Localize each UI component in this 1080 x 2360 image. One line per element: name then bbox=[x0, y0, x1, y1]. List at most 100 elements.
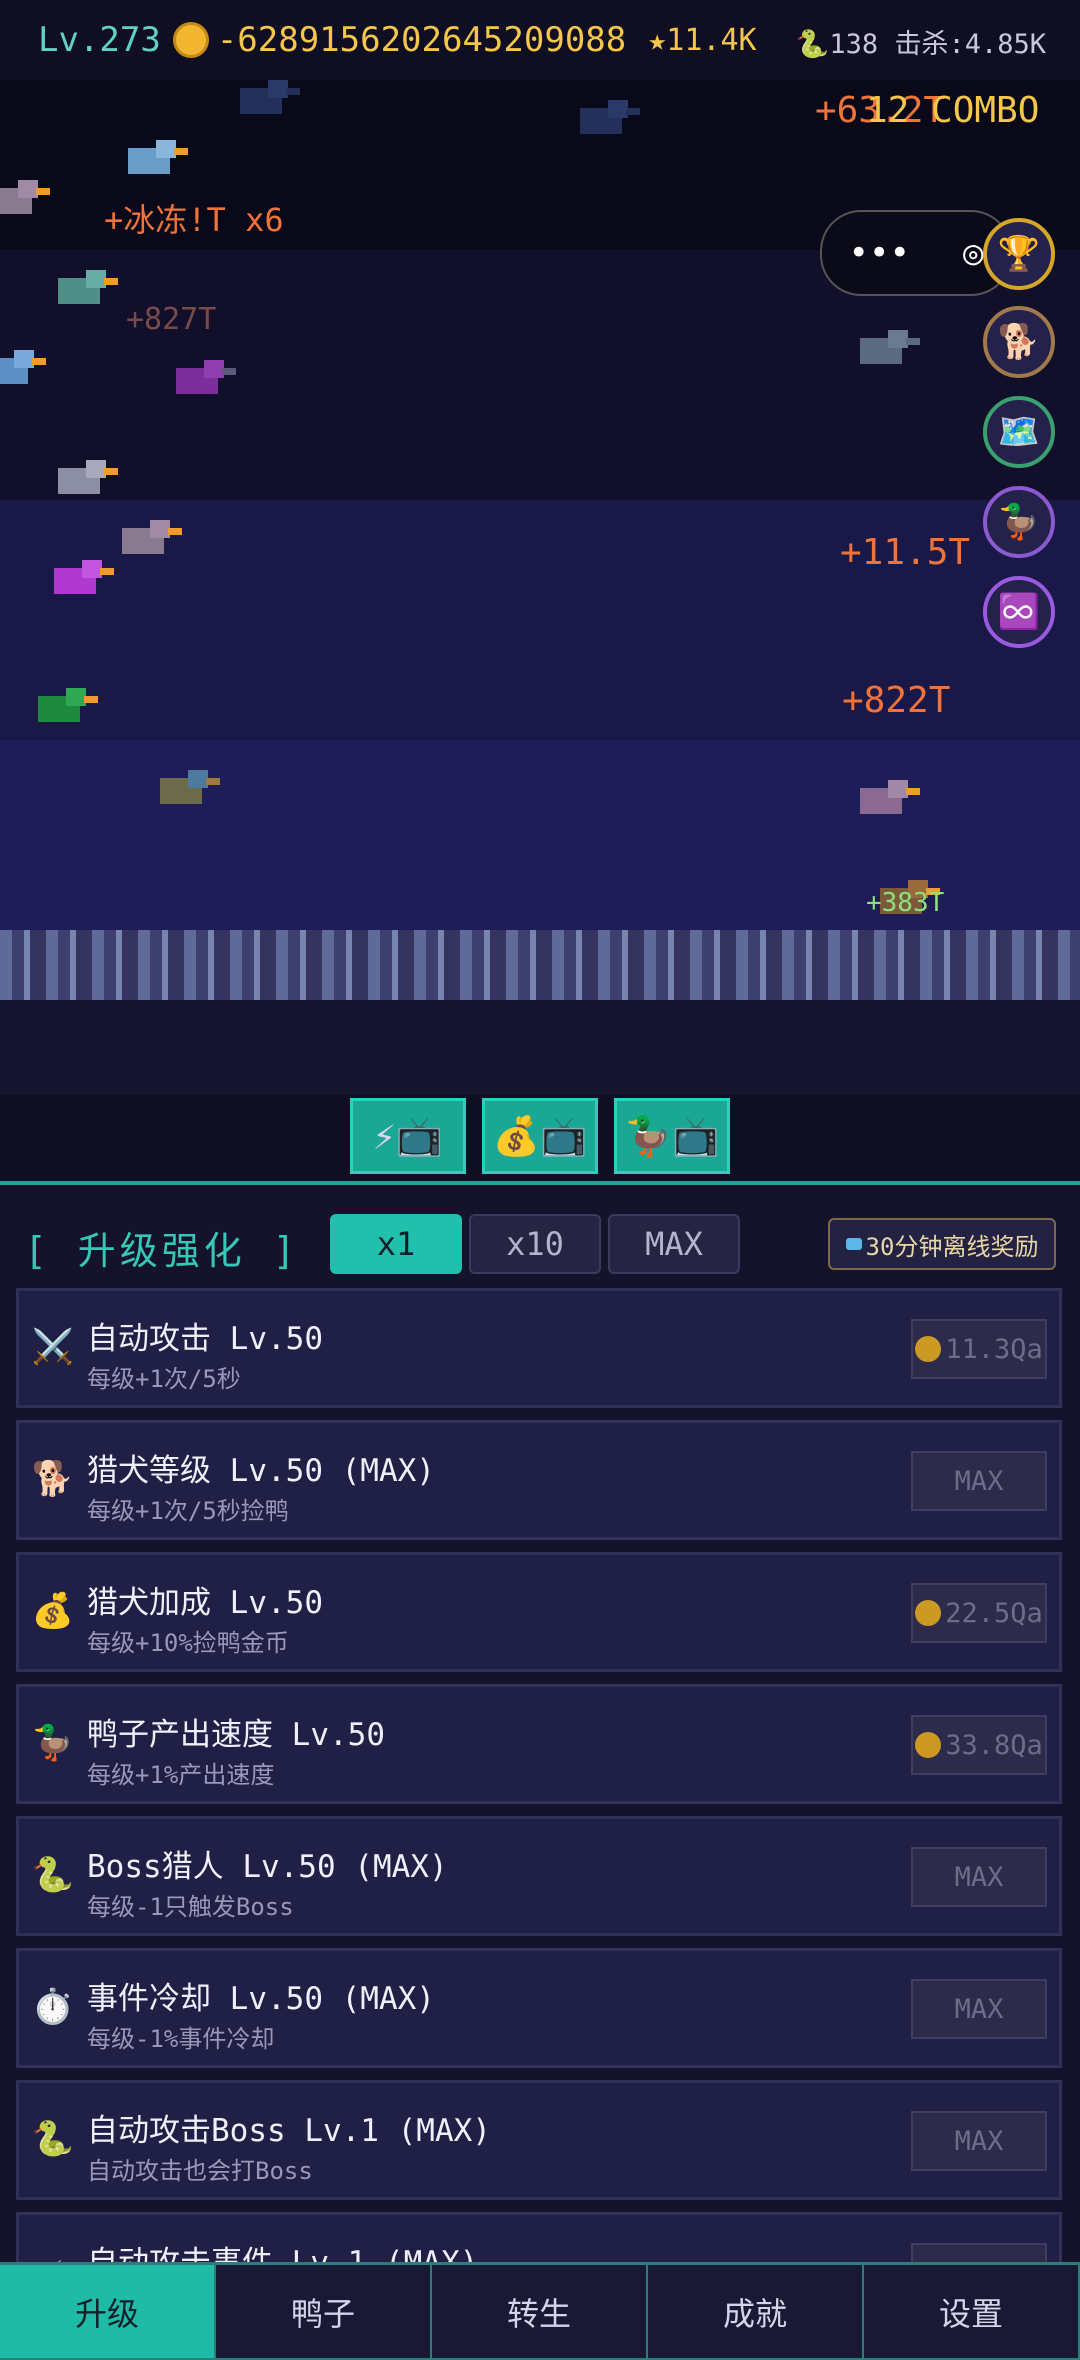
upgrade-buy-button[interactable]: MAX bbox=[911, 2111, 1047, 2171]
upgrade-row: 🦆 鸭子产出速度 Lv.50 每级+1%产出速度 33.8Qa bbox=[16, 1684, 1062, 1804]
upgrade-description: 每级+1次/5秒捡鸭 bbox=[87, 1497, 289, 1525]
duck[interactable] bbox=[128, 140, 188, 174]
upgrade-icon: 🐍 bbox=[31, 2119, 75, 2159]
coin-icon bbox=[915, 1336, 942, 1362]
upgrade-buy-button[interactable]: MAX bbox=[911, 1847, 1047, 1907]
duck[interactable] bbox=[0, 350, 46, 384]
duck[interactable] bbox=[860, 330, 920, 364]
kill-count: 击杀:4.85K bbox=[894, 29, 1046, 60]
upgrade-row: 💰 猎犬加成 Lv.50 每级+10%捡鸭金币 22.5Qa bbox=[16, 1552, 1062, 1672]
coin-icon bbox=[915, 1600, 942, 1626]
damage-float: +827T bbox=[126, 302, 217, 337]
watch-ad-coins-button[interactable]: 💰📺 bbox=[482, 1098, 598, 1174]
upgrade-button-label: MAX bbox=[954, 2125, 1004, 2157]
game-field[interactable]: +63.2T 12 COMBO +冰冻!T x6 +827T +11.5T +8… bbox=[0, 80, 1080, 1095]
snake-icon: 🐍 bbox=[795, 29, 830, 60]
panel-title: [ 升级强化 ] bbox=[24, 1229, 300, 1273]
upgrade-button-label: MAX bbox=[954, 1861, 1004, 1893]
offline-reward-label: 30分钟离线奖励 bbox=[865, 1232, 1039, 1261]
upgrade-name: 猎犬等级 Lv.50 (MAX) bbox=[87, 1453, 435, 1489]
upgrade-button-label: MAX bbox=[954, 1465, 1004, 1497]
dog-icon[interactable]: 🐕 bbox=[983, 306, 1055, 378]
upgrade-button-label: 22.5Qa bbox=[945, 1597, 1043, 1629]
infinity-icon[interactable]: ♾️ bbox=[983, 576, 1055, 648]
tab-settings[interactable]: 设置 bbox=[864, 2265, 1080, 2360]
upgrade-name: 自动攻击Boss Lv.1 (MAX) bbox=[87, 2113, 491, 2149]
upgrade-row: 🐕 猎犬等级 Lv.50 (MAX) 每级+1次/5秒捡鸭 MAX bbox=[16, 1420, 1062, 1540]
damage-float: +11.5T bbox=[840, 532, 971, 573]
multiplier-x10-button[interactable]: x10 bbox=[469, 1214, 601, 1274]
upgrade-description: 每级+10%捡鸭金币 bbox=[87, 1629, 289, 1657]
duck[interactable] bbox=[176, 360, 236, 394]
watch-ad-speed-button[interactable]: ⚡📺 bbox=[350, 1098, 466, 1174]
upgrade-description: 每级-1%事件冷却 bbox=[87, 2025, 275, 2053]
combo-label: 12 COMBO bbox=[866, 90, 1040, 131]
offline-reward-button[interactable]: 30分钟离线奖励 bbox=[828, 1218, 1056, 1270]
upgrade-description: 每级+1%产出速度 bbox=[87, 1761, 275, 1789]
more-menu-icon[interactable]: ••• bbox=[849, 233, 910, 273]
duck-icon[interactable]: 🦆 bbox=[983, 486, 1055, 558]
upgrade-name: Boss猎人 Lv.50 (MAX) bbox=[87, 1849, 448, 1885]
tab-rebirth[interactable]: 转生 bbox=[432, 2265, 648, 2360]
snake-count: 138 bbox=[829, 29, 879, 60]
ground-shadow bbox=[0, 1000, 1080, 1095]
upgrade-button-label: 33.8Qa bbox=[945, 1729, 1043, 1761]
upgrade-description: 每级+1次/5秒 bbox=[87, 1365, 241, 1393]
duck[interactable] bbox=[58, 270, 118, 304]
duck[interactable] bbox=[0, 180, 50, 214]
coin-icon bbox=[915, 1732, 942, 1758]
ice-event-text: +冰冻!T x6 bbox=[104, 201, 284, 239]
upgrade-description: 每级-1只触发Boss bbox=[87, 1893, 294, 1921]
kill-stats: 🐍138 击杀:4.85K bbox=[796, 22, 1046, 61]
coin-balance: -6289156202645209088 bbox=[216, 20, 627, 60]
duck[interactable] bbox=[54, 560, 114, 594]
upgrade-name: 自动攻击 Lv.50 bbox=[87, 1321, 323, 1357]
upgrade-button-label: 11.3Qa bbox=[945, 1333, 1043, 1365]
upgrade-name: 猎犬加成 Lv.50 bbox=[87, 1585, 323, 1621]
duck[interactable] bbox=[58, 460, 118, 494]
close-target-icon[interactable]: ◎ bbox=[963, 233, 983, 273]
video-chip-icon bbox=[845, 1238, 862, 1250]
upgrade-icon: ⚔️ bbox=[31, 1327, 75, 1367]
upgrade-icon: 🐍 bbox=[31, 1855, 75, 1895]
upgrade-row: 🐍 Boss猎人 Lv.50 (MAX) 每级-1只触发Boss MAX bbox=[16, 1816, 1062, 1936]
upgrade-name: 鸭子产出速度 Lv.50 bbox=[87, 1717, 385, 1753]
upgrade-buy-button[interactable]: MAX bbox=[911, 1979, 1047, 2039]
damage-float: +383T bbox=[866, 888, 945, 918]
duck[interactable] bbox=[240, 80, 300, 114]
upgrade-row: ⚔️ 自动攻击 Lv.50 每级+1次/5秒 11.3Qa bbox=[16, 1288, 1062, 1408]
duck[interactable] bbox=[580, 100, 640, 134]
multiplier-x1-button[interactable]: x1 bbox=[330, 1214, 462, 1274]
upgrade-description: 自动攻击也会打Boss bbox=[87, 2157, 313, 2185]
upgrade-row: 🐍 自动攻击Boss Lv.1 (MAX) 自动攻击也会打Boss MAX bbox=[16, 2080, 1062, 2200]
upgrade-buy-button[interactable]: 11.3Qa bbox=[911, 1319, 1047, 1379]
upgrade-name: 事件冷却 Lv.50 (MAX) bbox=[87, 1981, 435, 2017]
duck[interactable] bbox=[122, 520, 182, 554]
upgrade-buy-button[interactable]: MAX bbox=[911, 1451, 1047, 1511]
tab-upgrade[interactable]: 升级 bbox=[0, 2265, 216, 2360]
upgrade-buy-button[interactable]: 33.8Qa bbox=[911, 1715, 1047, 1775]
upgrade-icon: ⏱️ bbox=[31, 1987, 75, 2027]
multiplier-max-button[interactable]: MAX bbox=[608, 1214, 740, 1274]
duck[interactable] bbox=[860, 780, 920, 814]
grass-ground bbox=[0, 930, 1080, 1000]
trophy-icon[interactable]: 🏆 bbox=[983, 218, 1055, 290]
coin-icon bbox=[172, 22, 209, 58]
upgrade-icon: 🦆 bbox=[31, 1723, 75, 1763]
upgrade-button-label: MAX bbox=[954, 1993, 1004, 2025]
star-count: ★11.4K bbox=[648, 22, 757, 58]
top-stats-bar: Lv.273 -6289156202645209088 ★11.4K 🐍138 … bbox=[0, 0, 1080, 80]
upgrade-buy-button[interactable]: 22.5Qa bbox=[911, 1583, 1047, 1643]
bottom-tab-bar: 升级 鸭子 转生 成就 设置 bbox=[0, 2262, 1080, 2360]
tab-ducks[interactable]: 鸭子 bbox=[216, 2265, 432, 2360]
tab-achievements[interactable]: 成就 bbox=[648, 2265, 864, 2360]
upgrade-icon: 💰 bbox=[31, 1591, 75, 1631]
map-icon[interactable]: 🗺️ bbox=[983, 396, 1055, 468]
watch-ad-ducks-button[interactable]: 🦆📺 bbox=[614, 1098, 730, 1174]
upgrade-icon: 🐕 bbox=[31, 1459, 75, 1499]
upgrade-row: ⏱️ 事件冷却 Lv.50 (MAX) 每级-1%事件冷却 MAX bbox=[16, 1948, 1062, 2068]
player-level: Lv.273 bbox=[38, 20, 161, 60]
duck[interactable] bbox=[38, 688, 98, 722]
damage-float: +822T bbox=[842, 680, 951, 721]
duck[interactable] bbox=[160, 770, 220, 804]
